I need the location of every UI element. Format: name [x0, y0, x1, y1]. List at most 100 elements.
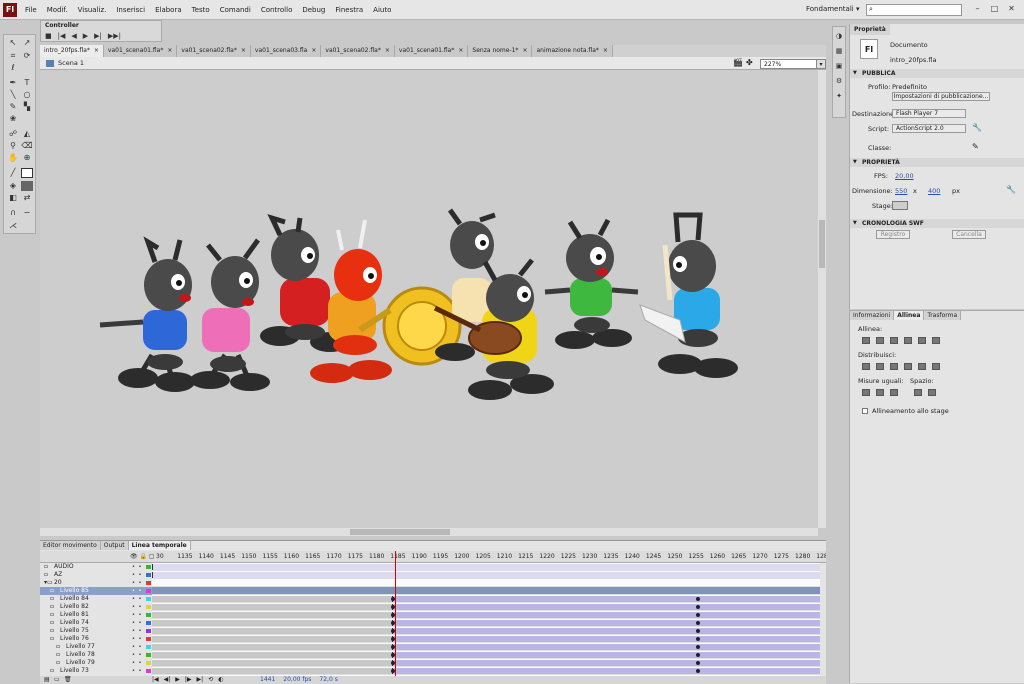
menu-item[interactable]: Controllo: [256, 6, 298, 14]
static-frames[interactable]: [152, 668, 392, 674]
tween-span[interactable]: [392, 652, 820, 658]
menu-item[interactable]: Visualiz.: [73, 6, 112, 14]
section-properties[interactable]: PROPRIETÀ: [850, 158, 1024, 167]
keyframe[interactable]: [696, 669, 700, 673]
close-tab-icon[interactable]: ×: [385, 47, 390, 54]
layer-visibility-lock-dots[interactable]: • •: [132, 595, 143, 603]
timeline-layer[interactable]: ▫ Livello 85 • •: [40, 587, 152, 595]
frame-row[interactable]: [152, 627, 820, 635]
workspace-switcher[interactable]: Fondamentali ▾: [806, 5, 859, 13]
chevron-down-icon[interactable]: ▾: [816, 59, 826, 69]
fps-value[interactable]: 20,00: [895, 172, 914, 180]
document-tab[interactable]: va01_scena03.fla ×: [250, 45, 322, 57]
static-frames[interactable]: [152, 612, 392, 618]
align-vcenter-icon[interactable]: [918, 337, 926, 344]
keyframe[interactable]: [696, 661, 700, 665]
snap-magnet-icon[interactable]: ∩: [7, 208, 19, 218]
align-to-stage-checkbox[interactable]: [862, 408, 868, 414]
tween-span[interactable]: [392, 668, 820, 674]
dist-hcenter-icon[interactable]: [918, 363, 926, 370]
space-horizontal-icon[interactable]: [928, 389, 936, 396]
close-tab-icon[interactable]: ×: [522, 47, 527, 54]
motion-presets-icon[interactable]: ✦: [833, 92, 845, 102]
layer-visibility-lock-dots[interactable]: • •: [132, 563, 143, 571]
menu-item[interactable]: File: [20, 6, 42, 14]
match-height-icon[interactable]: [876, 389, 884, 396]
height-value[interactable]: 400: [928, 187, 940, 195]
dist-left-icon[interactable]: [904, 363, 912, 370]
timeline-layer[interactable]: ▫ Livello 76 • •: [40, 635, 152, 643]
document-tab[interactable]: va01_scena02.fla* ×: [177, 45, 251, 57]
fill-swatch[interactable]: [21, 181, 33, 191]
ant-blue-shirt[interactable]: [99, 236, 195, 392]
static-frames[interactable]: [152, 660, 392, 666]
timeline-layer[interactable]: ▫ Livello 75 • •: [40, 627, 152, 635]
stroke-color-icon[interactable]: ╱: [7, 168, 19, 178]
layer-outline-color[interactable]: [146, 669, 151, 673]
static-frames[interactable]: [152, 644, 392, 650]
align-panel-tab[interactable]: Allinea: [894, 311, 925, 320]
document-tab[interactable]: animazione nota.fla* ×: [532, 45, 613, 57]
tween-span[interactable]: [392, 660, 820, 666]
keyframe[interactable]: [696, 629, 700, 633]
swap-colors-icon[interactable]: ⇄: [21, 193, 33, 203]
scroll-thumb[interactable]: [350, 529, 450, 535]
keyframe[interactable]: [696, 621, 700, 625]
frame-row[interactable]: [152, 587, 820, 595]
timeline-layer[interactable]: ▫ Livello 74 • •: [40, 619, 152, 627]
document-tab[interactable]: intro_20fps.fla* ×: [40, 45, 104, 57]
frame-ruler[interactable]: 30 1135 1140 1145 1150 1155 1160 1165 1170 1175 11…: [152, 551, 826, 563]
frame-row[interactable]: [152, 635, 820, 643]
text-tool-icon[interactable]: T: [21, 78, 33, 88]
close-tab-icon[interactable]: ×: [94, 47, 99, 54]
audio-frames[interactable]: [152, 564, 820, 570]
step-forward-icon[interactable]: ▶|: [94, 32, 102, 40]
layer-outline-color[interactable]: [146, 581, 151, 585]
align-hcenter-icon[interactable]: [876, 337, 884, 344]
line-tool-icon[interactable]: ╲: [7, 90, 19, 100]
bone-tool-icon[interactable]: ☍: [7, 129, 19, 139]
step-back-icon[interactable]: ◀: [71, 32, 76, 40]
layer-outline-color[interactable]: [146, 605, 151, 609]
close-tab-icon[interactable]: ×: [311, 47, 316, 54]
play-icon[interactable]: ▶: [83, 32, 88, 40]
layer-visibility-lock-dots[interactable]: • •: [132, 579, 143, 587]
section-publish[interactable]: PUBBLICA: [850, 69, 1024, 78]
match-both-icon[interactable]: [890, 389, 898, 396]
keyframe[interactable]: [696, 645, 700, 649]
subselection-tool-icon[interactable]: ↗: [21, 38, 33, 48]
smooth-icon[interactable]: ∽: [21, 208, 33, 218]
frame-row[interactable]: [152, 563, 820, 571]
static-frames[interactable]: [152, 596, 392, 602]
tween-span[interactable]: [392, 612, 820, 618]
frame-row[interactable]: [152, 643, 820, 651]
timeline-layer[interactable]: ▫ AUDIO • •: [40, 563, 152, 571]
layer-visibility-lock-dots[interactable]: • •: [132, 635, 143, 643]
section-swf-history[interactable]: CRONOLOGIA SWF: [850, 219, 1024, 228]
tween-span[interactable]: [392, 596, 820, 602]
layer-visibility-lock-dots[interactable]: • •: [132, 659, 143, 667]
clear-button[interactable]: Cancella: [952, 230, 986, 239]
timeline-tab[interactable]: Editor movimento: [40, 541, 101, 550]
frame-row[interactable]: [152, 659, 820, 667]
keyframe[interactable]: [696, 613, 700, 617]
eraser-icon[interactable]: ⌫: [21, 141, 33, 151]
tween-span[interactable]: [392, 636, 820, 642]
pencil-icon[interactable]: ✎: [972, 142, 979, 151]
keyframe[interactable]: [696, 637, 700, 641]
timeline-tab[interactable]: Output: [100, 541, 129, 550]
static-frames[interactable]: [152, 628, 392, 634]
pencil-icon[interactable]: ✎: [7, 102, 19, 112]
static-frames[interactable]: [152, 636, 392, 642]
oval-tool-icon[interactable]: ○: [21, 90, 33, 100]
deco-tool-icon[interactable]: ❀: [7, 114, 19, 124]
paint-bucket-icon[interactable]: ◭: [21, 129, 33, 139]
timeline-layer[interactable]: ▫ Livello 82 • •: [40, 603, 152, 611]
free-transform-icon[interactable]: ⌗: [7, 51, 19, 61]
menu-item[interactable]: Aiuto: [368, 6, 396, 14]
tween-span[interactable]: [392, 628, 820, 634]
frame-row[interactable]: [152, 603, 820, 611]
stop-icon[interactable]: ■: [45, 32, 52, 40]
layer-outline-color[interactable]: [146, 565, 151, 569]
frame-row[interactable]: [152, 571, 820, 579]
